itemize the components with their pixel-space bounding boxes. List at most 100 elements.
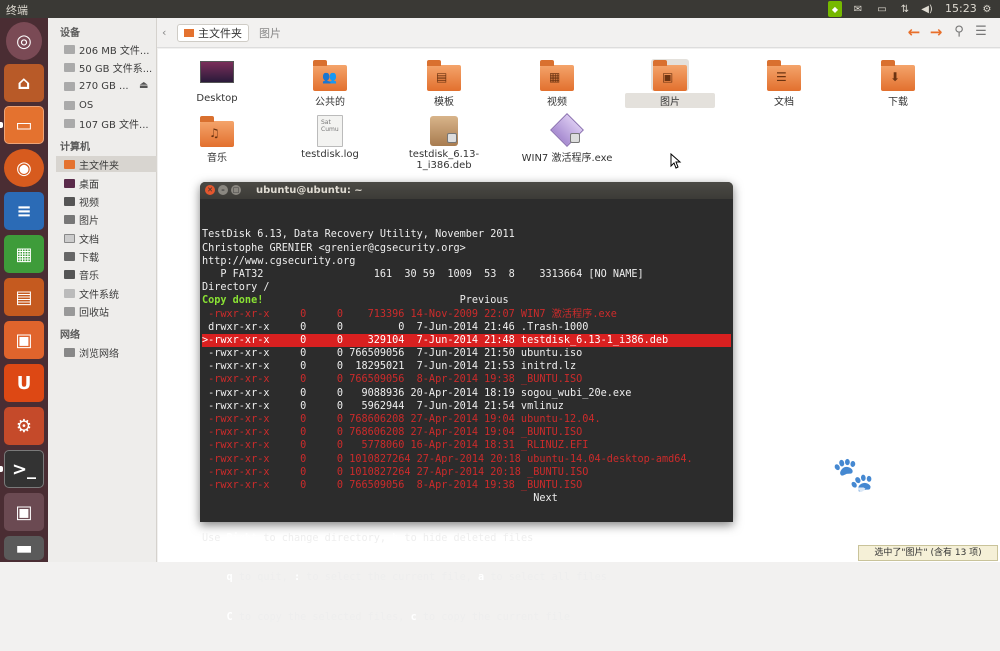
breadcrumb-home[interactable]: 主文件夹: [177, 24, 249, 42]
sidebar-item-label: 206 MB 文件...: [79, 45, 150, 57]
computer-heading: 计算机: [60, 142, 90, 153]
sidebar-item-label: 音乐: [79, 270, 99, 282]
terminal-icon[interactable]: >_: [4, 450, 44, 488]
nvidia-icon[interactable]: ◆: [828, 1, 842, 17]
pictures-folder-icon: ▣: [651, 59, 689, 91]
sidebar-item-desktop[interactable]: 桌面: [64, 175, 156, 191]
drive-icon: [64, 100, 75, 110]
sidebar-item-documents[interactable]: 文档: [64, 230, 156, 246]
power-gear-icon[interactable]: ⚙: [980, 1, 994, 17]
sidebar-item-device[interactable]: 206 MB 文件...: [64, 41, 156, 57]
sidebar-item-browse-network[interactable]: 浏览网络: [64, 344, 156, 360]
sidebar-item-device[interactable]: OS: [64, 97, 156, 113]
sidebar-item-device[interactable]: 107 GB 文件...: [64, 115, 156, 131]
ubuntu-one-icon[interactable]: U: [4, 364, 44, 402]
software-center-icon[interactable]: ▣: [4, 321, 44, 359]
sidebar-item-pictures[interactable]: 图片: [64, 211, 156, 227]
file-item-videos[interactable]: ▦ 视频: [512, 59, 602, 108]
file-item-pictures[interactable]: ▣ 图片: [625, 59, 715, 108]
terminal-line: Directory /: [202, 282, 270, 294]
drive-icon: [64, 81, 75, 91]
volume-icon[interactable]: ◀): [920, 1, 934, 17]
battery-icon[interactable]: ▭: [874, 1, 890, 17]
devices-heading: 设备: [60, 28, 80, 39]
settings-icon[interactable]: ⚙: [4, 407, 44, 445]
files-icon[interactable]: ▭: [4, 106, 44, 144]
forward-arrow-icon[interactable]: →: [927, 23, 945, 41]
disk-installer-icon[interactable]: ⌂: [4, 64, 44, 102]
menu-icon[interactable]: ☰: [972, 23, 990, 41]
trash-icon[interactable]: ▬: [4, 536, 44, 560]
drive-icon: [64, 118, 75, 128]
top-panel: 终端 ◆ ✉ ▭ ⇅ ◀) 15:23 ⚙: [0, 0, 1000, 18]
mail-icon[interactable]: ✉: [851, 1, 865, 17]
terminal-line: Christophe GRENIER <grenier@cgsecurity.o…: [202, 242, 466, 254]
sidebar-item-device[interactable]: 50 GB 文件系...: [64, 59, 156, 75]
ubuntu-dash-icon[interactable]: ◎: [6, 22, 42, 60]
window-title: 终端: [6, 4, 28, 17]
terminal-help-line: C to copy the selected files, c to copy …: [226, 611, 571, 623]
eject-icon[interactable]: ⏏: [139, 81, 149, 91]
firefox-icon[interactable]: ◉: [4, 149, 44, 187]
file-name: 视频: [547, 97, 567, 108]
sidebar-item-home[interactable]: 主文件夹: [56, 156, 157, 172]
file-item-win7-exe[interactable]: WIN7 激活程序.exe: [512, 113, 622, 164]
maximize-icon[interactable]: □: [231, 185, 241, 195]
sidebar-item-trash[interactable]: 回收站: [64, 303, 156, 319]
sidebar-item-device[interactable]: 270 GB ...: [64, 78, 139, 94]
close-icon[interactable]: ✕: [205, 185, 215, 195]
terminal-line: -rwxr-xr-x 0 0 1010827264 27-Apr-2014 20…: [202, 466, 589, 478]
file-name: 下载: [888, 97, 908, 108]
back-arrow-icon[interactable]: ←: [905, 23, 923, 41]
terminal-line: -rwxr-xr-x 0 0 768606208 27-Apr-2014 19:…: [202, 414, 601, 426]
file-item-desktop[interactable]: Desktop: [172, 59, 262, 104]
file-item-downloads[interactable]: ⬇ 下载: [853, 59, 943, 108]
file-name: 模板: [434, 97, 454, 108]
file-item-documents[interactable]: ☰ 文档: [739, 59, 829, 108]
sidebar-item-label: 主文件夹: [79, 160, 119, 172]
calc-icon[interactable]: ▦: [4, 235, 44, 273]
terminal-titlebar[interactable]: ✕ – □ ubuntu@ubuntu: ~: [200, 182, 733, 199]
file-item-templates[interactable]: ▤ 模板: [399, 59, 489, 108]
public-folder-icon: 👥: [311, 59, 349, 91]
network-icon[interactable]: ⇅: [898, 1, 912, 17]
breadcrumb-pictures[interactable]: 图片: [253, 24, 287, 42]
terminal-help-line: Use Right to change directory, h to hide…: [202, 532, 534, 544]
sidebar-item-label: OS: [79, 99, 94, 111]
terminal-output[interactable]: TestDisk 6.13, Data Recovery Utility, No…: [202, 202, 731, 651]
workspace-switcher-icon[interactable]: ▣: [4, 493, 44, 531]
downloads-folder-icon: ⬇: [879, 59, 917, 91]
sidebar-item-downloads[interactable]: 下载: [64, 248, 156, 264]
file-item-testdisk-deb[interactable]: testdisk_6.13-1_i386.deb: [399, 115, 489, 171]
video-icon: [64, 196, 75, 206]
file-name: 音乐: [207, 153, 227, 164]
sidebar-item-label: 下载: [79, 252, 99, 264]
terminal-line: http://www.cgsecurity.org: [202, 255, 356, 267]
minimize-icon[interactable]: –: [218, 185, 228, 195]
sidebar-item-label: 文件系统: [79, 289, 119, 301]
terminal-line: drwxr-xr-x 0 0 0 7-Jun-2014 21:46 .Trash…: [202, 321, 589, 333]
impress-icon[interactable]: ▤: [4, 278, 44, 316]
clock[interactable]: 15:23: [945, 2, 977, 15]
terminal-line: -rwxr-xr-x 0 0 766509056 7-Jun-2014 21:5…: [202, 348, 583, 360]
documents-folder-icon: ☰: [765, 59, 803, 91]
sidebar-item-videos[interactable]: 视频: [64, 193, 156, 209]
package-icon: [425, 115, 463, 147]
sidebar-item-label: 桌面: [79, 179, 99, 191]
desktop-folder-icon: [198, 59, 236, 91]
music-icon: [64, 269, 75, 279]
file-item-music[interactable]: ♫ 音乐: [172, 115, 262, 164]
file-name: Desktop: [196, 93, 238, 104]
terminal-line: -rwxr-xr-x 0 0 5778060 16-Apr-2014 18:31…: [202, 440, 589, 452]
search-icon[interactable]: ⚲: [950, 23, 968, 41]
watermark-brand: Bai 经验: [770, 485, 900, 520]
file-item-testdisk-log[interactable]: Sat Cumu testdisk.log: [285, 115, 375, 160]
sidebar-item-filesystem[interactable]: 文件系统: [64, 285, 156, 301]
file-item-public[interactable]: 👥 公共的: [285, 59, 375, 108]
sidebar-item-music[interactable]: 音乐: [64, 266, 156, 282]
chevron-left-icon[interactable]: ‹: [162, 26, 166, 39]
terminal-line: -rwxr-xr-x 0 0 9088936 20-Apr-2014 18:19…: [202, 387, 632, 399]
sidebar-item-label: 270 GB ...: [79, 80, 129, 92]
terminal-window[interactable]: ✕ – □ ubuntu@ubuntu: ~ TestDisk 6.13, Da…: [200, 182, 733, 623]
writer-icon[interactable]: ≡: [4, 192, 44, 230]
